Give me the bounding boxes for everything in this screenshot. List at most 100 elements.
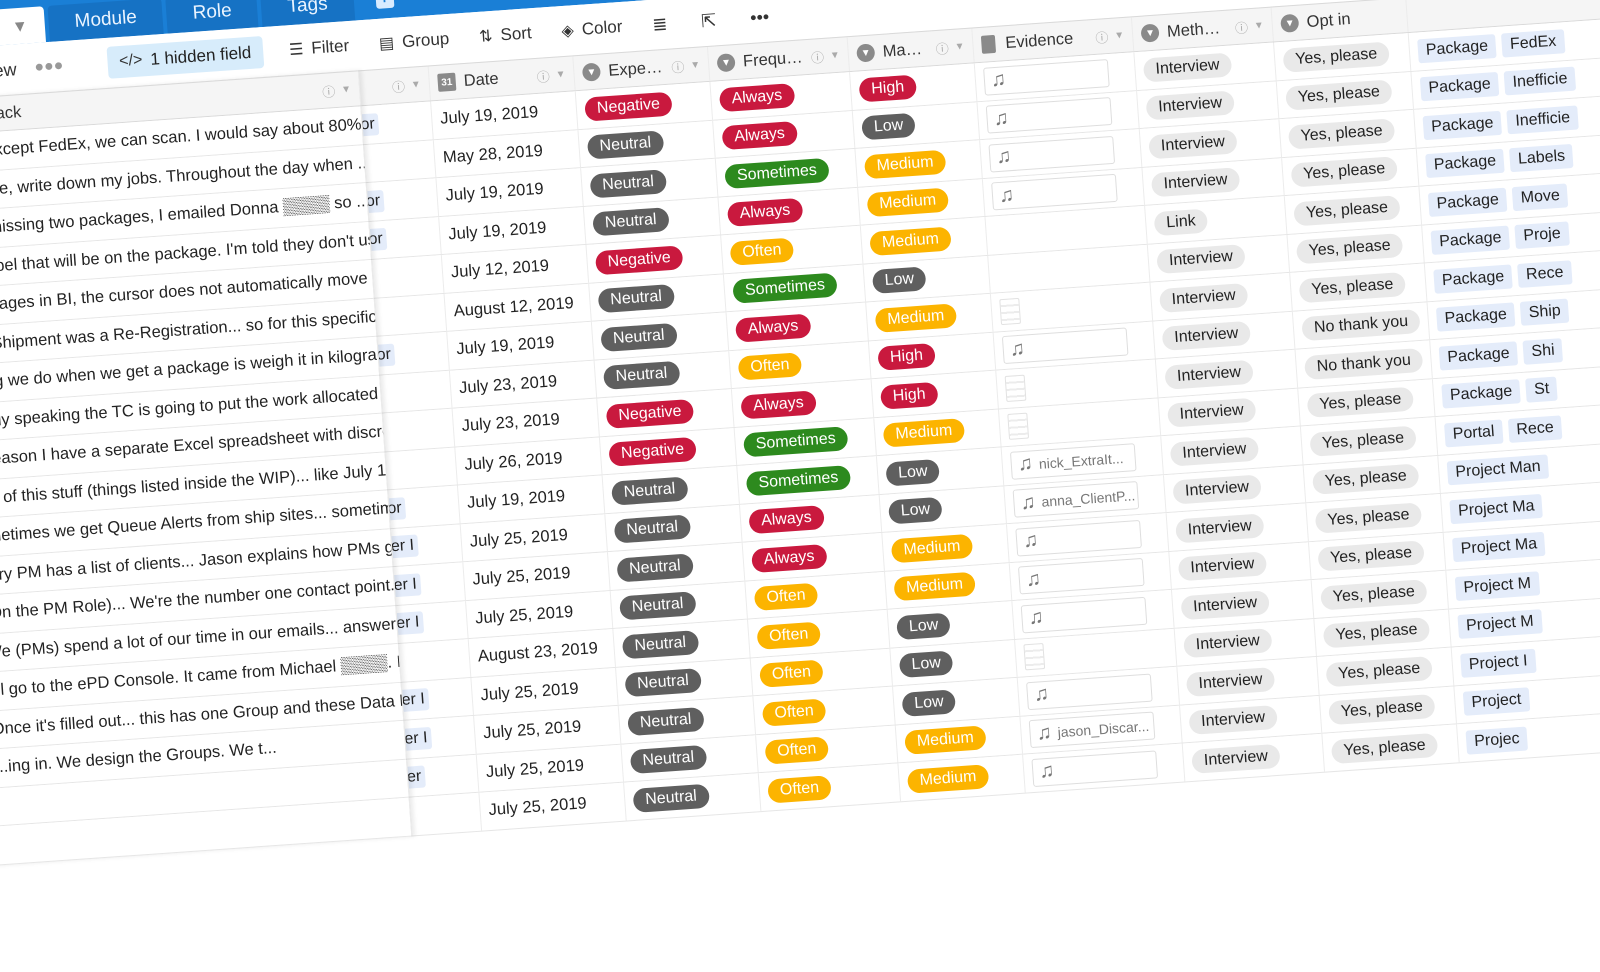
calendar-icon: 31 xyxy=(437,72,457,92)
hidden-fields-button[interactable]: </> 1 hidden field xyxy=(106,36,265,79)
audio-attachment[interactable]: ♫ xyxy=(1015,519,1142,557)
audio-attachment[interactable]: ♫ xyxy=(1017,558,1145,595)
chevron-down-icon[interactable]: ▼ xyxy=(830,49,841,61)
role-cell[interactable] xyxy=(409,792,483,835)
sort-button[interactable]: ⇅ Sort xyxy=(478,23,533,47)
role-cell[interactable]: ger I xyxy=(393,562,466,605)
tab-active-stub[interactable]: ▾ xyxy=(0,6,47,46)
experience-badge: Neutral xyxy=(632,783,710,813)
info-icon[interactable]: ⓘ xyxy=(810,46,825,66)
audio-attachment[interactable]: ♫ xyxy=(1001,327,1129,365)
music-note-icon: ♫ xyxy=(1038,759,1056,783)
role-cell[interactable] xyxy=(374,293,448,336)
chevron-down-icon[interactable]: ▼ xyxy=(954,41,965,53)
experience-badge: Neutral xyxy=(602,361,681,391)
frequency-badge: Always xyxy=(721,121,798,151)
music-note-icon: ♫ xyxy=(990,68,1007,92)
magnitude-badge: Low xyxy=(901,689,957,717)
tag-chip: St xyxy=(1525,376,1559,403)
row-height-icon[interactable]: ≣ xyxy=(652,13,669,35)
info-icon[interactable]: ⓘ xyxy=(935,38,949,58)
info-icon[interactable]: ⓘ xyxy=(671,56,685,76)
info-icon[interactable]: ⓘ xyxy=(1095,27,1109,47)
more-options-icon[interactable]: ••• xyxy=(750,6,770,28)
role-cell[interactable]: itor xyxy=(369,216,442,259)
plus-icon[interactable]: + xyxy=(374,0,395,10)
opt-in-badge: Yes, please xyxy=(1290,156,1399,188)
view-name[interactable]: View xyxy=(0,59,17,83)
document-thumbnail-icon[interactable] xyxy=(1004,374,1027,402)
group-button[interactable]: ▤ Group xyxy=(378,29,450,54)
music-note-icon: ♫ xyxy=(992,106,1010,130)
audio-attachment[interactable]: ♫ xyxy=(985,97,1113,134)
opt-in-badge: Yes, please xyxy=(1320,578,1428,611)
column-label: Date xyxy=(463,69,500,90)
opt-in-badge: Yes, please xyxy=(1309,425,1417,457)
role-cell[interactable] xyxy=(382,408,456,451)
role-cell[interactable] xyxy=(371,255,445,298)
magnitude-badge: Low xyxy=(871,266,927,295)
experience-cell[interactable]: Neutral xyxy=(624,773,762,820)
role-cell[interactable]: ger I xyxy=(401,677,474,720)
audio-attachment[interactable]: ♫ xyxy=(1031,750,1159,787)
role-cell[interactable]: itor xyxy=(361,101,434,144)
music-note-icon: ♫ xyxy=(1022,529,1039,553)
filter-button[interactable]: ☰ Filter xyxy=(288,36,350,60)
audio-attachment[interactable]: ♫ nick_ExtraIt... xyxy=(1009,442,1137,480)
share-view-icon[interactable]: ⇱ xyxy=(701,10,718,32)
tag-chip: Package xyxy=(1427,187,1508,217)
method-badge: Link xyxy=(1153,208,1209,236)
role-cell[interactable]: ger I xyxy=(390,523,464,567)
role-cell[interactable]: ger I xyxy=(396,600,469,643)
info-icon[interactable]: ⓘ xyxy=(1234,17,1248,37)
tag-chip: Package xyxy=(1441,379,1522,409)
role-cell[interactable]: itor xyxy=(377,331,450,375)
info-icon[interactable]: ⓘ xyxy=(536,66,550,86)
code-icon: </> xyxy=(118,51,143,71)
audio-attachment[interactable]: ♫ xyxy=(1026,673,1153,710)
role-cell[interactable]: itor xyxy=(366,178,440,221)
opt-in-badge: Yes, please xyxy=(1285,79,1393,111)
opt-in-cell[interactable]: Yes, please xyxy=(1322,724,1460,772)
experience-badge: Neutral xyxy=(586,130,664,160)
role-cell[interactable]: ger xyxy=(406,754,480,797)
music-note-icon: ♫ xyxy=(1019,490,1037,514)
opt-in-badge: Yes, please xyxy=(1287,118,1396,150)
audio-attachment[interactable]: ♫ anna_ClientP... xyxy=(1012,481,1140,518)
role-cell[interactable] xyxy=(380,370,453,413)
role-tag: itor xyxy=(361,112,380,137)
chevron-down-icon[interactable]: ▼ xyxy=(341,83,352,95)
opt-in-badge: Yes, please xyxy=(1328,694,1436,726)
chevron-down-icon[interactable]: ▼ xyxy=(411,79,422,91)
experience-badge: Neutral xyxy=(621,629,699,660)
method-badge: Interview xyxy=(1175,513,1265,544)
document-thumbnail-icon[interactable] xyxy=(999,297,1022,325)
people-icon[interactable]: ●●● xyxy=(34,57,64,77)
chevron-down-icon[interactable]: ▼ xyxy=(1114,29,1125,41)
info-icon[interactable]: ⓘ xyxy=(322,81,336,101)
method-badge: Interview xyxy=(1145,90,1235,121)
role-cell[interactable] xyxy=(385,447,458,490)
role-cell[interactable]: itor xyxy=(388,485,461,528)
tag-chip: Proje xyxy=(1514,221,1570,250)
audio-attachment[interactable]: ♫ xyxy=(1020,596,1148,634)
color-button[interactable]: ◈ Color xyxy=(561,17,623,41)
audio-attachment[interactable]: ♫ xyxy=(991,174,1118,211)
role-cell[interactable] xyxy=(363,139,437,183)
document-thumbnail-icon[interactable] xyxy=(1007,412,1030,441)
music-note-icon: ♫ xyxy=(1027,606,1045,630)
audio-attachment[interactable]: ♫ jason_Discar... xyxy=(1028,711,1156,749)
audio-attachment[interactable]: ♫ xyxy=(988,135,1116,173)
audio-attachment[interactable]: ♫ xyxy=(983,58,1110,96)
role-cell[interactable]: ger I xyxy=(404,715,477,759)
opt-in-badge: Yes, please xyxy=(1295,233,1404,265)
document-thumbnail-icon[interactable] xyxy=(1023,643,1046,671)
info-icon[interactable]: ⓘ xyxy=(391,76,406,96)
role-cell[interactable] xyxy=(398,639,472,682)
tag-chip: Package xyxy=(1438,340,1519,371)
column-header-role[interactable]: ⓘ ▼ xyxy=(358,66,432,106)
chevron-down-icon[interactable]: ▼ xyxy=(690,59,701,71)
chevron-down-icon[interactable]: ▼ xyxy=(555,68,566,80)
magnitude-cell[interactable]: Medium xyxy=(898,754,1026,801)
chevron-down-icon[interactable]: ▼ xyxy=(1254,20,1265,32)
